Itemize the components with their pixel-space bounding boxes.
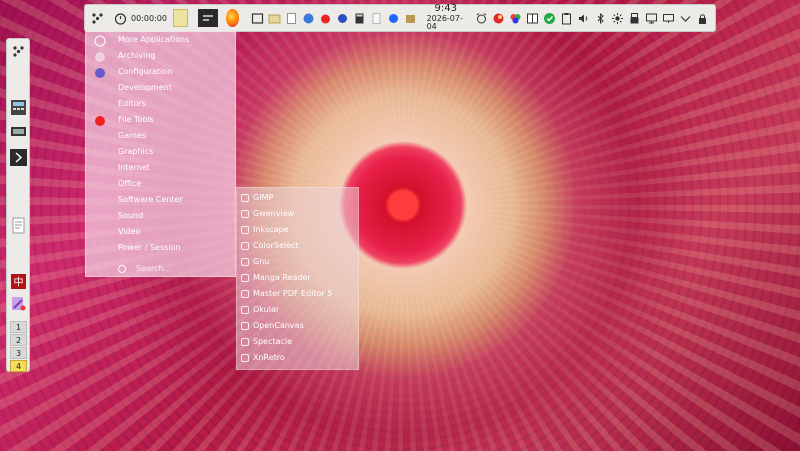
submenu-item[interactable]: ColorSelect [253, 240, 299, 252]
firefox-icon[interactable] [225, 9, 239, 27]
app-icon [241, 226, 249, 234]
menu-item-file-tools[interactable]: File Tools [118, 113, 154, 127]
submenu-item[interactable]: Master PDF Editor 5 [253, 288, 332, 300]
monitor-icon[interactable] [662, 12, 675, 25]
lock-icon[interactable] [696, 12, 709, 25]
svg-text:中: 中 [14, 276, 24, 289]
menu-item-internet[interactable]: Internet [118, 161, 150, 175]
app-icon [241, 242, 249, 250]
application-menu: More Applications Archiving Configuratio… [85, 31, 236, 277]
menu-item-video[interactable]: Video [118, 225, 140, 239]
submenu-item[interactable]: OpenCanvas [253, 320, 304, 332]
clock-date: 2026-07-04 [426, 13, 463, 32]
submenu-item[interactable]: XnRetro [253, 352, 285, 364]
volume-icon[interactable] [577, 12, 590, 25]
app-icon [241, 322, 249, 330]
search-icon [118, 265, 126, 273]
desktop-1[interactable]: 1 [10, 321, 27, 333]
submenu-item[interactable]: Gnu [253, 256, 269, 268]
bookmark-icon[interactable] [526, 12, 539, 25]
app-icon [241, 210, 249, 218]
blank-doc-icon[interactable] [370, 12, 383, 25]
tomato-icon[interactable] [319, 12, 332, 25]
launcher-icon[interactable] [10, 43, 27, 60]
launcher-icon[interactable] [91, 12, 104, 25]
configuration-icon [94, 67, 106, 79]
display-icon[interactable] [645, 12, 658, 25]
graphics-submenu: GIMP Gwenview Inkscape ColorSelect Gnu M… [236, 187, 359, 370]
top-panel: 00:00:00 9:43 2026-07-04 [84, 4, 716, 32]
search-input[interactable]: Search... [136, 264, 171, 273]
menu-item-office[interactable]: Office [118, 177, 141, 191]
menu-search[interactable]: Search... [92, 262, 230, 276]
app-icon [241, 290, 249, 298]
app-icon [241, 258, 249, 266]
arrow-right-icon[interactable] [10, 149, 27, 166]
document-icon[interactable] [10, 217, 27, 234]
desktop-2[interactable]: 2 [10, 334, 27, 346]
app-icon [241, 354, 249, 362]
archiving-icon [94, 51, 106, 63]
usb-icon[interactable] [628, 12, 641, 25]
box-icon[interactable] [404, 12, 417, 25]
more-applications-icon [94, 35, 106, 47]
document-icon[interactable] [285, 12, 298, 25]
app-icon [241, 338, 249, 346]
menu-item-configuration[interactable]: Configuration [118, 65, 172, 79]
terminal-icon[interactable] [197, 9, 218, 27]
stopwatch-icon[interactable] [114, 12, 127, 25]
timer-label[interactable]: 00:00:00 [131, 14, 167, 23]
mahjong-icon[interactable]: 中 [10, 273, 27, 290]
chevron-down-icon[interactable] [679, 12, 692, 25]
menu-item-software-center[interactable]: Software Center [118, 193, 183, 207]
menu-item-development[interactable]: Development [118, 81, 172, 95]
desktop-3[interactable]: 3 [10, 347, 27, 359]
left-panel: 中 1 2 3 4 [6, 38, 30, 372]
calculator-icon[interactable] [10, 99, 27, 116]
check-icon[interactable] [543, 12, 556, 25]
submenu-item[interactable]: Gwenview [253, 208, 294, 220]
folder-icon[interactable] [268, 12, 281, 25]
bluetooth-icon[interactable] [594, 12, 607, 25]
paint-icon[interactable] [10, 295, 27, 312]
brightness-icon[interactable] [611, 12, 624, 25]
colorful-icon[interactable] [509, 12, 522, 25]
submenu-item[interactable]: Okular [253, 304, 279, 316]
menu-item-archiving[interactable]: Archiving [118, 49, 155, 63]
menu-item-more-applications[interactable]: More Applications [118, 33, 189, 47]
notes-icon[interactable] [172, 9, 188, 27]
alarm-icon[interactable] [475, 12, 488, 25]
clock[interactable]: 9:43 2026-07-04 [427, 4, 465, 31]
submenu-item[interactable]: Spectacle [253, 336, 292, 348]
menu-item-graphics[interactable]: Graphics [118, 145, 153, 159]
globe-icon[interactable] [302, 12, 315, 25]
window-icon[interactable] [251, 12, 264, 25]
desktop-4[interactable]: 4 [10, 360, 27, 372]
app-icon [241, 274, 249, 282]
app-icon [241, 194, 249, 202]
menu-item-games[interactable]: Games [118, 129, 146, 143]
submenu-item[interactable]: Manga Reader [253, 272, 311, 284]
menu-item-sound[interactable]: Sound [118, 209, 143, 223]
file-tools-icon [94, 115, 106, 127]
menu-item-editors[interactable]: Editors [118, 97, 146, 111]
dot-icon[interactable] [387, 12, 400, 25]
submenu-item[interactable]: Inkscape [253, 224, 289, 236]
menu-item-power-session[interactable]: Power / Session [118, 241, 181, 255]
network-icon[interactable] [492, 12, 505, 25]
keyboard-icon[interactable] [10, 123, 27, 140]
app-icon [241, 306, 249, 314]
calculator-icon[interactable] [353, 12, 366, 25]
submenu-item[interactable]: GIMP [253, 192, 273, 204]
clipboard-icon[interactable] [560, 12, 573, 25]
blue-circle-icon[interactable] [336, 12, 349, 25]
